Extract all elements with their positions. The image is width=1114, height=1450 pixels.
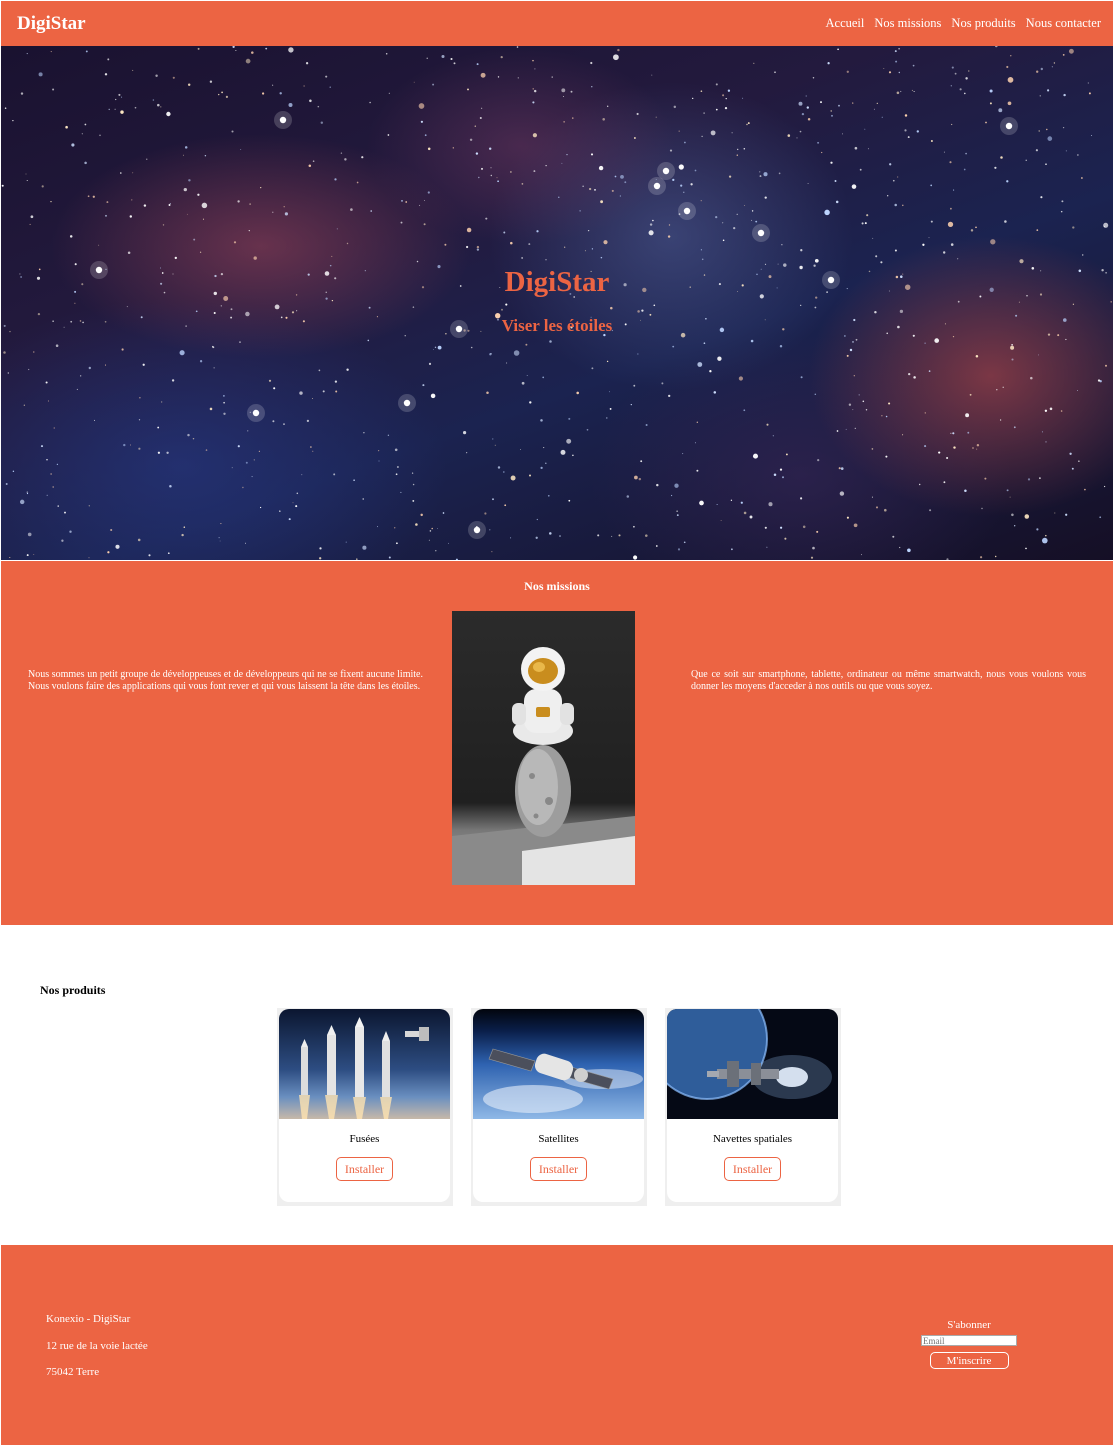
hero-subtitle: Viser les étoiles [501, 316, 613, 335]
missions-right-text: Que ce soit sur smartphone, tablette, or… [691, 669, 1086, 692]
hero-background-image [1, 46, 1112, 560]
missions-left-text: Nous sommes un petit groupe de développe… [28, 669, 423, 692]
product-name: Fusées [349, 1133, 380, 1145]
product-card-navettes: Navettes spatiales Installer [665, 1008, 841, 1206]
subscribe-button[interactable]: M'inscrire [929, 1352, 1009, 1369]
rockets-image [279, 1009, 450, 1119]
nav-link-produits[interactable]: Nos produits [951, 16, 1015, 31]
products-title: Nos produits [40, 983, 106, 997]
nav-link-contact[interactable]: Nous contacter [1026, 16, 1101, 31]
footer-city: 75042 Terre [46, 1366, 100, 1378]
hero-title: DigiStar [504, 266, 610, 298]
product-card-satellites: Satellites Installer [471, 1008, 647, 1206]
footer-company: Konexio - DigiStar [46, 1313, 131, 1325]
install-button[interactable]: Installer [530, 1157, 587, 1181]
missions-section: Nos missions Nous sommes un petit groupe… [1, 561, 1113, 925]
satellite-image [473, 1009, 644, 1119]
missions-title: Nos missions [524, 579, 590, 593]
brand-logo[interactable]: DigiStar [17, 13, 86, 35]
product-card-fusees: Fusées Installer [277, 1008, 453, 1206]
footer-address: 12 rue de la voie lactée [46, 1340, 148, 1352]
install-button[interactable]: Installer [724, 1157, 781, 1181]
products-section: Nos produits Fusées Installer Satellites… [1, 926, 1113, 1244]
nav-links: Accueil Nos missions Nos produits Nous c… [826, 16, 1101, 31]
subscribe-form: S'abonner M'inscrire [921, 1319, 1017, 1369]
astronaut-image [452, 611, 635, 885]
product-name: Satellites [538, 1133, 579, 1145]
navbar: DigiStar Accueil Nos missions Nos produi… [1, 1, 1113, 46]
subscribe-label: S'abonner [947, 1319, 991, 1331]
email-field[interactable] [921, 1335, 1017, 1346]
space-shuttle-image [667, 1009, 838, 1119]
footer: Konexio - DigiStar 12 rue de la voie lac… [1, 1245, 1113, 1445]
install-button[interactable]: Installer [336, 1157, 393, 1181]
hero-section: DigiStar Viser les étoiles [1, 46, 1113, 560]
nav-link-missions[interactable]: Nos missions [874, 16, 941, 31]
product-name: Navettes spatiales [712, 1133, 793, 1145]
nav-link-accueil[interactable]: Accueil [826, 16, 865, 31]
